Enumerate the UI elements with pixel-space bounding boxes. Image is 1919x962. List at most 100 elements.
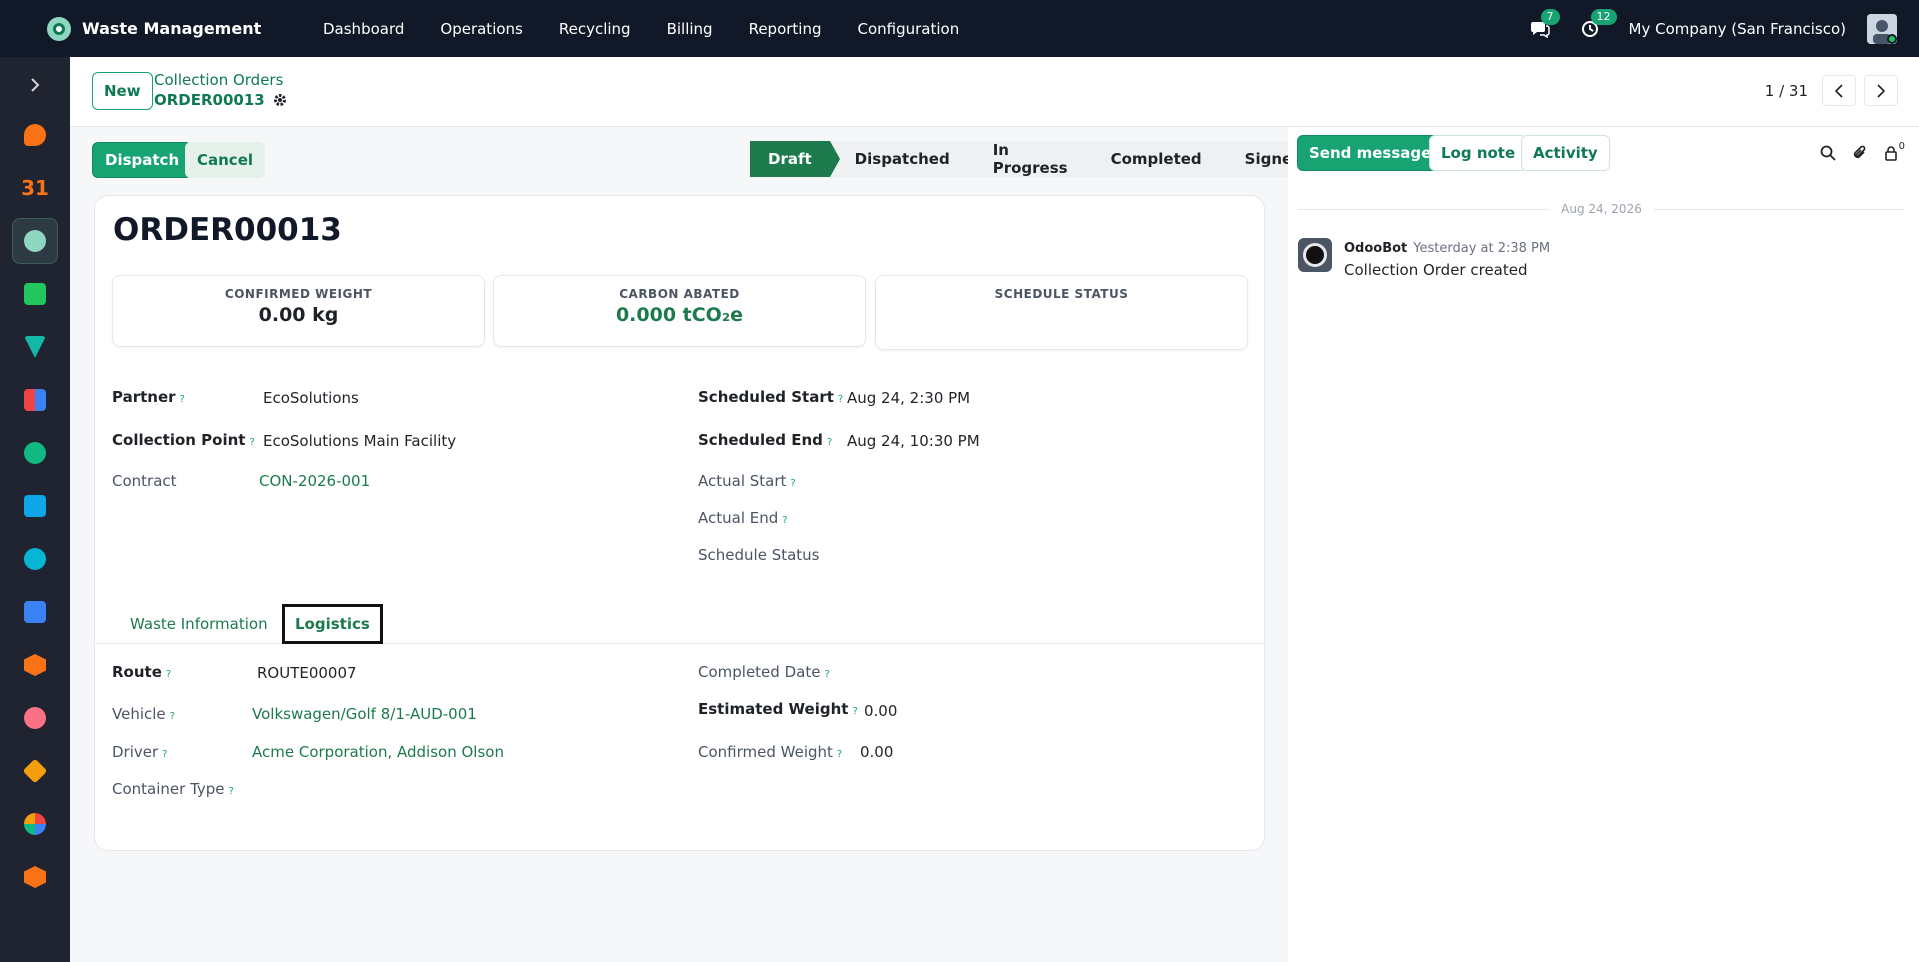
- tab-logistics[interactable]: Logistics: [282, 604, 383, 644]
- app-logo-icon: [47, 16, 71, 41]
- menu-configuration[interactable]: Configuration: [840, 20, 978, 38]
- breadcrumb-parent-link[interactable]: Collection Orders: [154, 71, 283, 89]
- help-icon[interactable]: ?: [837, 749, 842, 760]
- contract-link[interactable]: CON-2026-001: [259, 472, 370, 490]
- app-inventory[interactable]: [12, 642, 58, 688]
- vehicle-link[interactable]: Volkswagen/Golf 8/1-AUD-001: [252, 705, 477, 723]
- app-invoicing[interactable]: [12, 483, 58, 529]
- help-icon[interactable]: ?: [838, 394, 843, 405]
- partner-value[interactable]: EcoSolutions: [263, 389, 359, 407]
- activity-button[interactable]: Activity: [1521, 135, 1610, 171]
- app-crm[interactable]: [12, 324, 58, 370]
- estimated-weight-value[interactable]: 0.00: [864, 702, 897, 720]
- send-message-button[interactable]: Send message: [1297, 135, 1444, 171]
- app-contacts[interactable]: [12, 271, 58, 317]
- help-icon[interactable]: ?: [782, 515, 787, 526]
- app-purchase[interactable]: [12, 748, 58, 794]
- field-route: Route? ROUTE00007: [112, 663, 357, 682]
- new-button[interactable]: New: [92, 72, 153, 110]
- contacts-app-icon: [24, 283, 46, 305]
- app-waste-management[interactable]: [12, 218, 58, 264]
- menu-reporting[interactable]: Reporting: [731, 20, 840, 38]
- app-discuss[interactable]: [12, 112, 58, 158]
- app-documents[interactable]: [12, 801, 58, 847]
- help-icon[interactable]: ?: [166, 669, 171, 680]
- field-partner: Partner? EcoSolutions: [112, 388, 359, 407]
- field-label: Collection Point: [112, 431, 246, 449]
- field-driver: Driver? Acme Corporation, Addison Olson: [112, 743, 504, 761]
- stat-value: 0.00 kg: [258, 304, 339, 326]
- pager-value[interactable]: 1 / 31: [1765, 82, 1808, 100]
- field-container-type: Container Type?: [112, 780, 234, 798]
- date-separator: Aug 24, 2026: [1298, 202, 1905, 216]
- scheduled-end-value[interactable]: Aug 24, 10:30 PM: [847, 432, 980, 450]
- menu-operations[interactable]: Operations: [422, 20, 540, 38]
- app-website[interactable]: [12, 536, 58, 582]
- app-project[interactable]: [12, 589, 58, 635]
- help-icon[interactable]: ?: [827, 437, 832, 448]
- field-confirmed-weight: Confirmed Weight? 0.00: [698, 743, 893, 761]
- activities-button[interactable]: 12: [1579, 8, 1617, 40]
- help-icon[interactable]: ?: [229, 786, 234, 797]
- scheduled-start-value[interactable]: Aug 24, 2:30 PM: [847, 389, 970, 407]
- gear-icon[interactable]: [273, 93, 287, 107]
- field-label: Estimated Weight: [698, 700, 849, 718]
- field-scheduled-end: Scheduled End? Aug 24, 10:30 PM: [698, 431, 980, 450]
- stat-schedule-status: SCHEDULE STATUS: [875, 275, 1248, 350]
- user-avatar[interactable]: [1867, 13, 1897, 44]
- driver-link[interactable]: Acme Corporation, Addison Olson: [252, 743, 504, 761]
- stage-in-progress[interactable]: In Progress: [968, 141, 1096, 177]
- dispatch-button[interactable]: Dispatch: [92, 142, 193, 178]
- help-icon[interactable]: ?: [790, 478, 795, 489]
- messages-button[interactable]: 7: [1529, 8, 1560, 40]
- paperclip-icon[interactable]: [1852, 144, 1868, 162]
- menu-dashboard[interactable]: Dashboard: [305, 20, 422, 38]
- pager-next-button[interactable]: [1864, 75, 1898, 106]
- tab-waste-information[interactable]: Waste Information: [112, 604, 286, 644]
- lock-icon: [1884, 146, 1897, 161]
- cancel-button[interactable]: Cancel: [185, 142, 266, 178]
- help-icon[interactable]: ?: [170, 711, 175, 722]
- app-calendar[interactable]: 31: [12, 165, 58, 211]
- expand-sidebar-button[interactable]: [0, 57, 70, 112]
- chevron-left-icon: [1834, 83, 1843, 98]
- stage-completed[interactable]: Completed: [1086, 141, 1230, 177]
- help-icon[interactable]: ?: [180, 394, 185, 405]
- help-icon[interactable]: ?: [249, 437, 254, 448]
- app-sales[interactable]: [12, 430, 58, 476]
- message-body: Collection Order created: [1344, 261, 1528, 279]
- help-icon[interactable]: ?: [824, 669, 829, 680]
- menu-billing[interactable]: Billing: [649, 20, 731, 38]
- odoobot-avatar[interactable]: [1298, 238, 1332, 272]
- field-scheduled-start: Scheduled Start? Aug 24, 2:30 PM: [698, 388, 970, 407]
- menu-recycling[interactable]: Recycling: [541, 20, 649, 38]
- app-settings[interactable]: [12, 854, 58, 900]
- followers-button[interactable]: 0: [1884, 141, 1905, 161]
- field-actual-end: Actual End?: [698, 509, 788, 527]
- field-label: Contract: [112, 472, 177, 490]
- route-value[interactable]: ROUTE00007: [257, 664, 357, 682]
- help-icon[interactable]: ?: [162, 749, 167, 760]
- stage-dispatched[interactable]: Dispatched: [830, 141, 978, 177]
- control-panel: New Collection Orders ORDER00013 1 / 31: [70, 57, 1919, 127]
- purchase-app-icon: [22, 758, 48, 784]
- log-note-button[interactable]: Log note: [1429, 135, 1528, 171]
- help-icon[interactable]: ?: [852, 706, 857, 717]
- app-fleet[interactable]: [12, 695, 58, 741]
- confirmed-weight-value[interactable]: 0.00: [860, 743, 893, 761]
- search-icon[interactable]: [1820, 145, 1836, 161]
- stage-draft[interactable]: Draft: [750, 141, 840, 177]
- app-dashboards[interactable]: [12, 377, 58, 423]
- record-pager: 1 / 31: [1765, 75, 1898, 106]
- messages-count-badge: 7: [1540, 8, 1560, 25]
- app-brand[interactable]: Waste Management: [47, 16, 305, 41]
- message-author[interactable]: OdooBot: [1344, 241, 1407, 256]
- company-switcher[interactable]: My Company (San Francisco): [1629, 20, 1846, 38]
- discuss-app-icon: [24, 124, 46, 146]
- stat-label: CARBON ABATED: [619, 287, 740, 301]
- collection-point-value[interactable]: EcoSolutions Main Facility: [263, 432, 456, 450]
- field-collection-point: Collection Point? EcoSolutions Main Faci…: [112, 431, 456, 450]
- chevron-right-icon: [31, 77, 40, 92]
- pager-previous-button[interactable]: [1822, 75, 1856, 106]
- app-switcher-rail: 31: [0, 57, 70, 962]
